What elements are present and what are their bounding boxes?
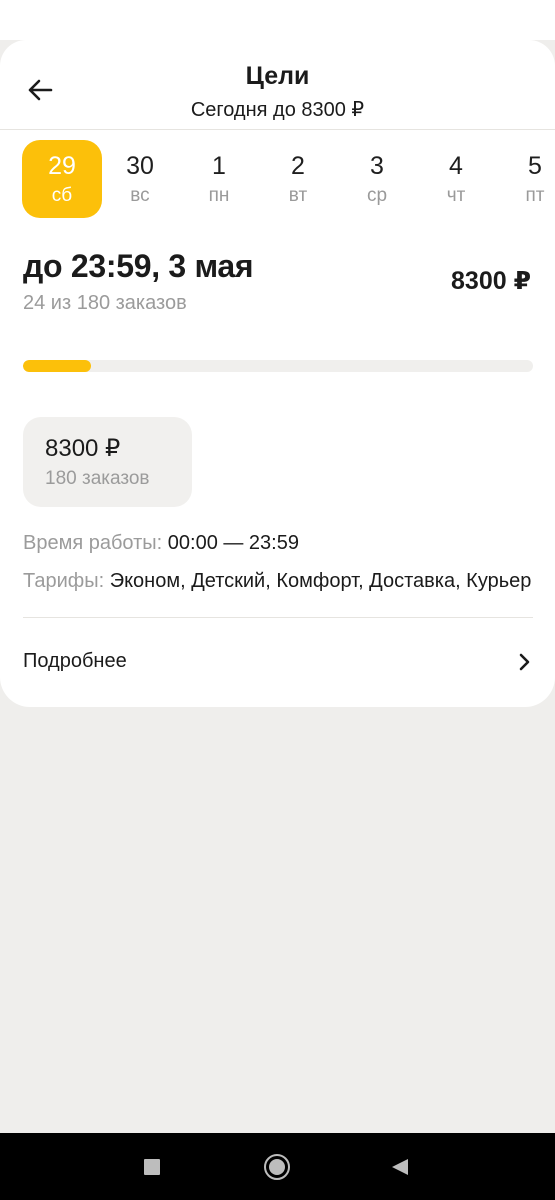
day-tab-30[interactable]: 30 вс bbox=[100, 140, 180, 218]
status-bar-area bbox=[0, 0, 555, 40]
day-weekday: сб bbox=[51, 185, 73, 206]
day-number: 1 bbox=[212, 152, 226, 180]
goal-deadline: до 23:59, 3 мая bbox=[23, 248, 254, 284]
goal-amount: 8300 ₽ bbox=[451, 267, 531, 295]
day-weekday: ср bbox=[366, 185, 388, 206]
system-navigation-bar bbox=[0, 1133, 555, 1200]
day-selector: 29 сб 30 вс 1 пн 2 вт 3 ср 4 чт 5 пт bbox=[0, 140, 555, 220]
day-tab-1[interactable]: 1 пн bbox=[179, 140, 259, 218]
orders-progress-text: 24 из 180 заказов bbox=[23, 292, 187, 314]
day-tab-29[interactable]: 29 сб bbox=[22, 140, 102, 218]
work-time-label: Время работы: bbox=[23, 532, 163, 554]
day-tab-3[interactable]: 3 ср bbox=[337, 140, 417, 218]
header: Цели Сегодня до 8300 ₽ bbox=[0, 40, 555, 130]
goals-sheet: Цели Сегодня до 8300 ₽ 29 сб 30 вс 1 пн … bbox=[0, 40, 555, 707]
day-tab-4[interactable]: 4 чт bbox=[416, 140, 496, 218]
tariffs-value: Эконом, Детский, Комфорт, Доставка, Курь… bbox=[109, 570, 532, 592]
day-number: 3 bbox=[370, 152, 384, 180]
page-title: Цели bbox=[245, 62, 310, 90]
home-button[interactable] bbox=[263, 1153, 291, 1181]
day-tab-2[interactable]: 2 вт bbox=[258, 140, 338, 218]
goal-progress-bar bbox=[23, 360, 533, 372]
day-weekday: чт bbox=[446, 185, 466, 206]
day-tab-5[interactable]: 5 пт bbox=[495, 140, 555, 218]
tariffs-label: Тарифы: bbox=[23, 570, 105, 592]
day-number: 4 bbox=[449, 152, 463, 180]
goal-progress-fill bbox=[23, 360, 91, 372]
day-number: 5 bbox=[528, 152, 542, 180]
divider bbox=[23, 617, 533, 618]
page-subtitle: Сегодня до 8300 ₽ bbox=[190, 99, 365, 121]
day-weekday: пт bbox=[525, 185, 545, 206]
work-time-value: 00:00 — 23:59 bbox=[167, 532, 299, 554]
day-number: 29 bbox=[48, 152, 76, 180]
triangle-icon bbox=[392, 1159, 408, 1175]
recent-apps-button[interactable] bbox=[140, 1155, 164, 1179]
day-number: 2 bbox=[291, 152, 305, 180]
work-time-row: Время работы: 00:00 — 23:59 bbox=[23, 532, 299, 555]
details-link[interactable]: Подробнее bbox=[0, 638, 555, 686]
details-label: Подробнее bbox=[23, 650, 127, 672]
circle-icon bbox=[264, 1154, 290, 1180]
tariffs-row: Тарифы: Эконом, Детский, Комфорт, Достав… bbox=[23, 570, 531, 593]
chevron-right-icon bbox=[519, 653, 530, 671]
day-weekday: пн bbox=[208, 185, 230, 206]
day-weekday: вт bbox=[288, 185, 308, 206]
square-icon bbox=[144, 1159, 160, 1175]
tier-orders: 180 заказов bbox=[45, 468, 150, 489]
tier-amount: 8300 ₽ bbox=[45, 435, 121, 462]
day-weekday: вс bbox=[130, 185, 150, 206]
goal-tier-chip[interactable]: 8300 ₽ 180 заказов bbox=[23, 417, 192, 507]
day-number: 30 bbox=[126, 152, 154, 180]
back-nav-button[interactable] bbox=[388, 1155, 412, 1179]
